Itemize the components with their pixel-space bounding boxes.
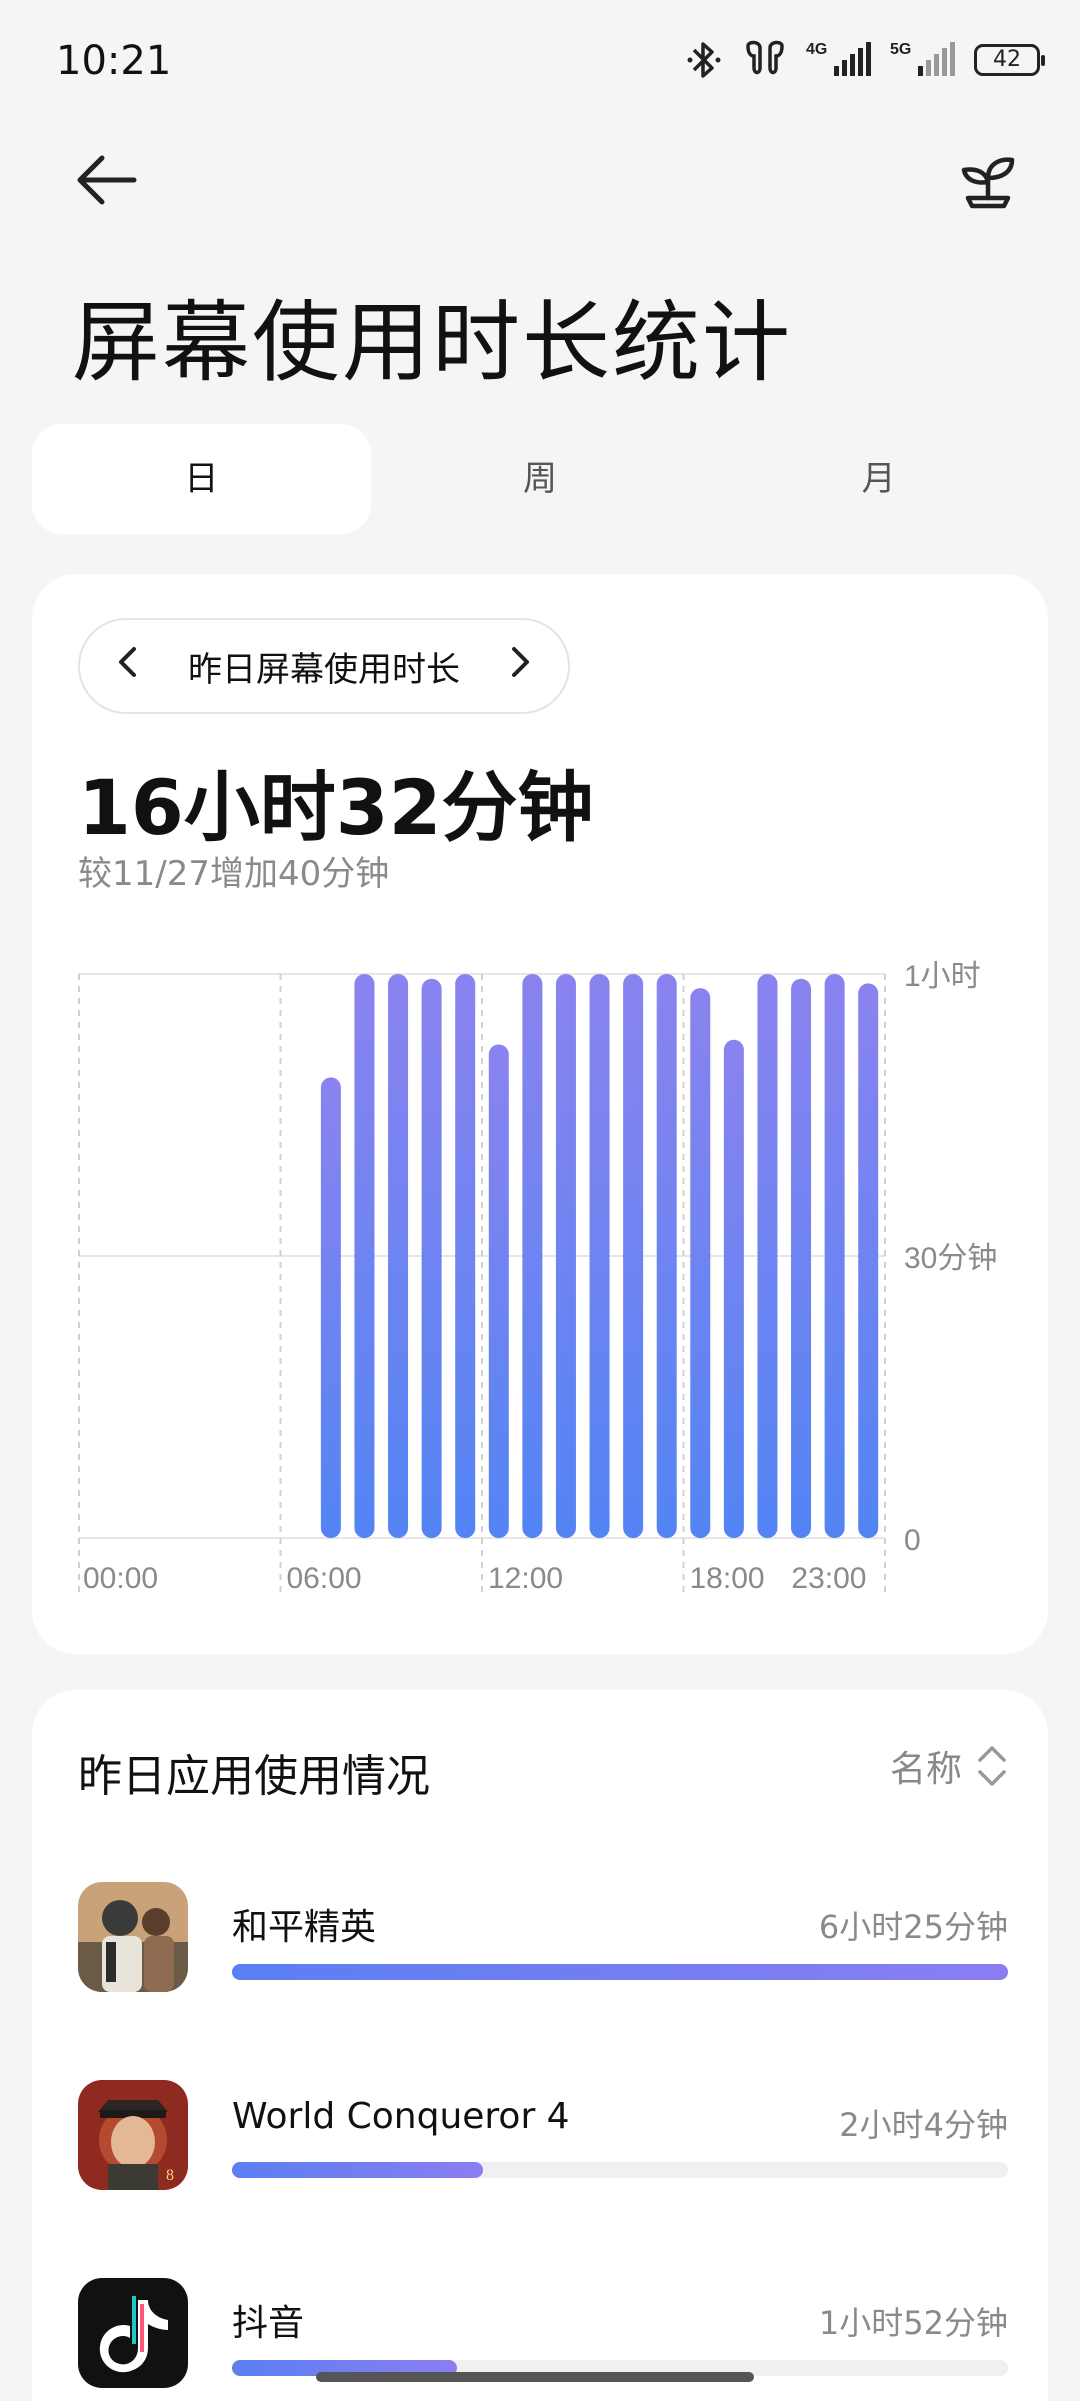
tab-week[interactable]: 周: [371, 424, 710, 534]
top-nav: [0, 140, 1080, 220]
chart-bar[interactable]: [656, 974, 677, 1538]
page-title: 屏幕使用时长统计: [72, 291, 793, 394]
chart-bar[interactable]: [488, 1044, 509, 1539]
usage-bar-fill: [232, 1964, 1008, 1980]
usage-bar-fill: [232, 2162, 483, 2178]
chart-bar[interactable]: [623, 974, 644, 1538]
chart-bar[interactable]: [555, 974, 576, 1538]
chart-bars: [320, 974, 879, 1539]
status-icons: 4G 5G 42: [684, 38, 1045, 82]
x-tick-label: 12:00: [488, 1562, 563, 1595]
peace-elite-icon: [78, 1882, 188, 1992]
arrow-left-icon: [77, 155, 137, 205]
chart-bar[interactable]: [388, 974, 409, 1538]
x-tick-label: 18:00: [690, 1562, 765, 1595]
screen-time-card: 昨日屏幕使用时长 16小时32分钟 较11/27增加40分钟 1小时 30分钟 0 0…: [32, 574, 1048, 1654]
signal-5g-icon: 5G: [890, 41, 955, 76]
earbuds-icon: [746, 40, 784, 75]
sort-label: 名称: [889, 1749, 962, 1790]
bluetooth-icon: [687, 42, 721, 78]
y-tick-label: 1小时: [904, 960, 981, 993]
app-usage-card: 昨日应用使用情况 名称 和平精英 6小时25分钟 8 World Conquer…: [32, 1690, 1048, 2401]
network-4g-label: 4G: [806, 41, 827, 58]
chart-bar[interactable]: [824, 974, 845, 1538]
app-usage-title: 昨日应用使用情况: [78, 1751, 430, 1802]
sprout-icon: [961, 157, 1015, 209]
chart-bar[interactable]: [455, 974, 476, 1538]
chart-bar[interactable]: [757, 974, 778, 1538]
back-button[interactable]: [72, 152, 144, 208]
hourly-usage-chart: 1小时 30分钟 0 00:00 06:00 12:00 18:00 23:00: [78, 960, 997, 1595]
chart-bar[interactable]: [320, 1077, 341, 1538]
chart-bar[interactable]: [522, 974, 543, 1538]
home-indicator[interactable]: [316, 2372, 754, 2382]
chart-bar[interactable]: [791, 978, 812, 1538]
tab-day[interactable]: 日: [32, 424, 371, 534]
sort-chevrons-icon: [978, 1746, 1006, 1786]
sort-button[interactable]: 名称: [890, 1740, 1008, 1792]
douyin-icon: [78, 2278, 188, 2388]
tab-month[interactable]: 月: [709, 424, 1048, 534]
app-time: 1小时52分钟: [818, 2304, 1008, 2342]
signal-4g-icon: 4G: [806, 41, 871, 76]
usage-bar-track: [232, 2162, 1008, 2178]
app-name: World Conqueror 4: [232, 2096, 570, 2137]
y-tick-label: 0: [904, 1524, 921, 1557]
world-conqueror-icon: 8: [78, 2080, 188, 2190]
y-tick-label: 30分钟: [904, 1242, 997, 1275]
app-time: 6小时25分钟: [818, 1908, 1008, 1946]
chart-bar[interactable]: [354, 974, 375, 1538]
period-tabs: 日 周 月: [32, 424, 1048, 534]
app-name: 抖音: [232, 2303, 305, 2344]
x-tick-label: 06:00: [287, 1562, 362, 1595]
app-row-peace-elite[interactable]: 和平精英 6小时25分钟: [78, 1882, 1008, 1994]
chart-bar[interactable]: [589, 974, 610, 1538]
svg-text:8: 8: [166, 2167, 174, 2184]
status-bar: 10:21 4G 5G 42: [0, 0, 1080, 124]
chart-bar[interactable]: [690, 988, 711, 1538]
usage-bar-track: [232, 1964, 1008, 1980]
chart-bar[interactable]: [858, 983, 879, 1538]
app-row-world-conqueror[interactable]: 8 World Conqueror 4 2小时4分钟: [78, 2080, 1008, 2192]
app-name: 和平精英: [232, 1907, 377, 1948]
app-time: 2小时4分钟: [839, 2106, 1008, 2144]
chart-bar[interactable]: [723, 1039, 744, 1538]
x-tick-label: 00:00: [83, 1562, 158, 1595]
battery-icon: 42: [974, 44, 1045, 76]
chart-bar[interactable]: [421, 978, 442, 1538]
x-tick-label: 23:00: [791, 1562, 866, 1595]
status-time: 10:21: [56, 38, 172, 84]
sprout-button[interactable]: [956, 148, 1020, 212]
network-5g-label: 5G: [890, 41, 911, 58]
